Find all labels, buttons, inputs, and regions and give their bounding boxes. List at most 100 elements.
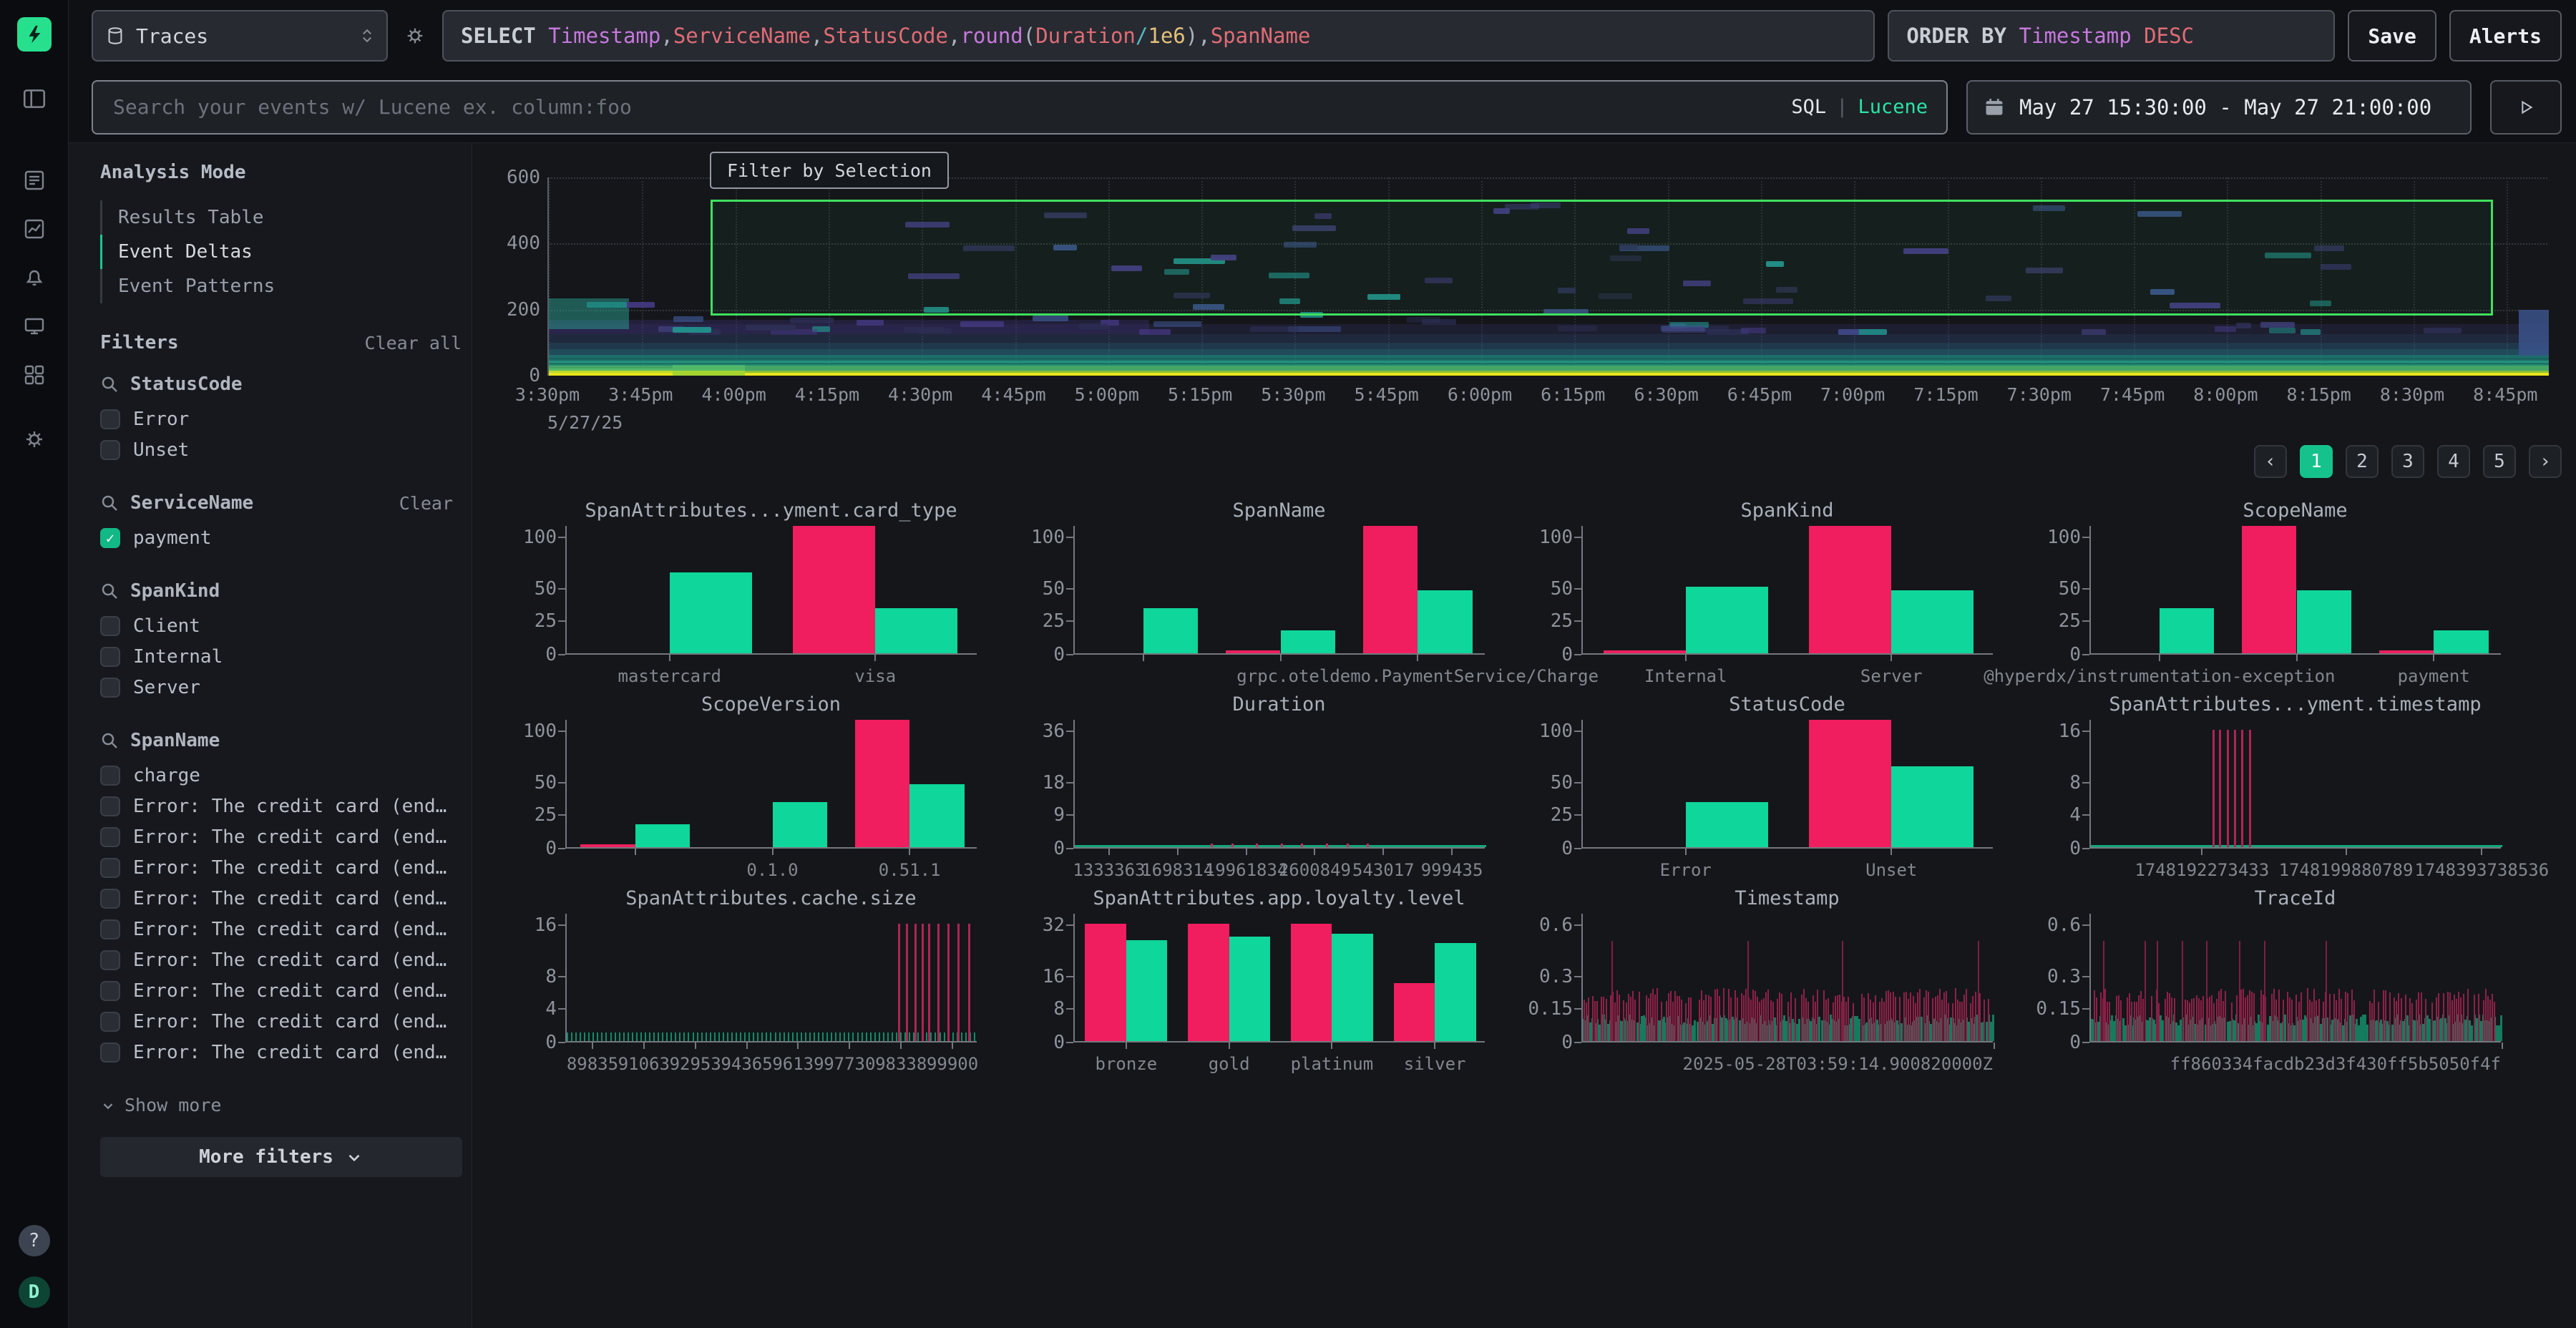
mini-y-tick-label: 0 bbox=[1009, 838, 1065, 859]
heatmap-band bbox=[549, 349, 2549, 355]
order-by-input[interactable]: ORDER BY Timestamp DESC bbox=[1888, 10, 2335, 62]
checkbox[interactable] bbox=[100, 766, 120, 786]
filter-option[interactable]: Unset bbox=[100, 434, 462, 465]
filter-option[interactable]: payment bbox=[100, 522, 462, 553]
checkbox[interactable] bbox=[100, 950, 120, 970]
mini-x-tickmark bbox=[2502, 1043, 2503, 1049]
analysis-mode-item[interactable]: Event Patterns bbox=[100, 269, 462, 303]
filter-option[interactable]: Error: The credit card (end… bbox=[100, 852, 462, 883]
pagination-prev-button[interactable]: ‹ bbox=[2254, 445, 2287, 478]
lucene-toggle[interactable]: Lucene bbox=[1858, 96, 1928, 118]
mini-y-tick-label: 50 bbox=[1517, 578, 1573, 600]
analysis-mode-item[interactable]: Event Deltas bbox=[100, 235, 462, 269]
timeline-heatmap-plot[interactable]: Filter by Selection bbox=[547, 177, 2547, 376]
filter-group-header: StatusCode bbox=[100, 374, 462, 395]
checkbox[interactable] bbox=[100, 440, 120, 460]
checkbox[interactable] bbox=[100, 1012, 120, 1032]
filter-option[interactable]: Internal bbox=[100, 641, 462, 672]
language-toggle[interactable]: SQL | Lucene bbox=[1791, 96, 1928, 118]
checkbox[interactable] bbox=[100, 647, 120, 667]
help-button[interactable]: ? bbox=[19, 1225, 50, 1256]
checkbox[interactable] bbox=[100, 827, 120, 847]
checkbox[interactable] bbox=[100, 409, 120, 429]
search-toolbar: SQL | Lucene May 27 15:30:00 - May 27 21… bbox=[69, 72, 2576, 143]
settings-gear-icon[interactable] bbox=[20, 425, 49, 454]
query-token: SpanName bbox=[1211, 24, 1311, 48]
mini-y-tickmark bbox=[558, 537, 565, 538]
sql-toggle[interactable]: SQL bbox=[1791, 96, 1826, 118]
filter-option[interactable]: Error bbox=[100, 404, 462, 434]
checkbox[interactable] bbox=[100, 858, 120, 878]
more-filters-label: More filters bbox=[199, 1146, 333, 1168]
baseline-tick bbox=[822, 1032, 824, 1041]
clear-all-link[interactable]: Clear all bbox=[365, 333, 462, 353]
timeline-x-tick-label: 4:00pm bbox=[701, 384, 766, 405]
checkbox[interactable] bbox=[100, 1043, 120, 1063]
pagination-page-button[interactable]: 3 bbox=[2391, 445, 2424, 478]
bar-pink bbox=[1291, 924, 1332, 1041]
mini-y-tick-label: 0 bbox=[501, 838, 557, 859]
logs-icon[interactable] bbox=[20, 166, 49, 195]
filter-option[interactable]: Error: The credit card (end… bbox=[100, 1006, 462, 1037]
filter-option[interactable]: Server bbox=[100, 672, 462, 703]
sql-select-input[interactable]: SELECT Timestamp,ServiceName,StatusCode,… bbox=[442, 10, 1875, 62]
heatmap-band bbox=[549, 363, 2549, 364]
user-avatar[interactable]: D bbox=[19, 1276, 50, 1308]
baseline-tick bbox=[753, 1032, 754, 1041]
bar-green bbox=[1435, 943, 1476, 1041]
date-range-picker[interactable]: May 27 15:30:00 - May 27 21:00:00 bbox=[1966, 80, 2472, 135]
checkbox[interactable] bbox=[100, 889, 120, 909]
sessions-monitor-icon[interactable] bbox=[20, 312, 49, 341]
dashboards-grid-icon[interactable] bbox=[20, 361, 49, 389]
analysis-mode-item[interactable]: Results Table bbox=[100, 200, 462, 235]
filter-option[interactable]: charge bbox=[100, 760, 462, 791]
search-input[interactable] bbox=[112, 94, 1778, 119]
checkbox[interactable] bbox=[100, 616, 120, 636]
filter-by-selection-button[interactable]: Filter by Selection bbox=[710, 152, 949, 189]
filter-option[interactable]: Error: The credit card (end… bbox=[100, 975, 462, 1006]
selection-rectangle[interactable] bbox=[711, 200, 2492, 316]
checkbox[interactable] bbox=[100, 528, 120, 548]
mini-y-tickmark bbox=[2082, 1008, 2089, 1010]
source-select[interactable]: Traces bbox=[92, 10, 388, 62]
pagination-page-button[interactable]: 5 bbox=[2483, 445, 2516, 478]
show-more-link[interactable]: Show more bbox=[100, 1095, 462, 1115]
filter-clear-link[interactable]: Clear bbox=[399, 493, 462, 514]
checkbox[interactable] bbox=[100, 796, 120, 816]
pagination-next-button[interactable]: › bbox=[2529, 445, 2562, 478]
source-settings-gear-icon[interactable] bbox=[404, 24, 426, 47]
chart-icon[interactable] bbox=[20, 215, 49, 243]
filter-option[interactable]: Error: The credit card (end… bbox=[100, 914, 462, 944]
mini-y-tick-label: 8 bbox=[501, 966, 557, 987]
pagination-page-button[interactable]: 4 bbox=[2437, 445, 2470, 478]
save-button[interactable]: Save bbox=[2348, 10, 2436, 62]
baseline-tick bbox=[757, 1032, 758, 1041]
mini-y-tick-label: 100 bbox=[1517, 721, 1573, 742]
baseline-tick bbox=[831, 1032, 832, 1041]
mini-chart: Duration36189013333631698314199618342600… bbox=[1009, 690, 1514, 882]
filter-option[interactable]: Client bbox=[100, 610, 462, 641]
alerts-button[interactable]: Alerts bbox=[2449, 10, 2562, 62]
checkbox[interactable] bbox=[100, 678, 120, 698]
filter-option[interactable]: Error: The credit card (end… bbox=[100, 821, 462, 852]
filter-option[interactable]: Error: The credit card (end… bbox=[100, 791, 462, 821]
filter-groups: StatusCodeErrorUnsetServiceNameClearpaym… bbox=[100, 374, 462, 1068]
mini-chart: ScopeVersion100502500.1.00.51.1 bbox=[501, 690, 1006, 882]
mini-y-tick-label: 0 bbox=[2025, 1032, 2081, 1053]
speckle bbox=[1211, 844, 1213, 847]
run-query-button[interactable] bbox=[2490, 80, 2562, 135]
baseline-tick bbox=[744, 1032, 746, 1041]
sidebar-toggle-icon[interactable] bbox=[20, 84, 49, 113]
hyperdx-logo-icon[interactable] bbox=[17, 17, 52, 52]
pagination-page-button[interactable]: 1 bbox=[2300, 445, 2333, 478]
more-filters-button[interactable]: More filters bbox=[100, 1137, 462, 1177]
filter-option[interactable]: Error: The credit card (end… bbox=[100, 1037, 462, 1068]
baseline-tick bbox=[710, 1032, 711, 1041]
filter-option[interactable]: Error: The credit card (end… bbox=[100, 883, 462, 914]
filter-option[interactable]: Error: The credit card (end… bbox=[100, 944, 462, 975]
alerts-bell-icon[interactable] bbox=[20, 263, 49, 292]
pagination-page-button[interactable]: 2 bbox=[2346, 445, 2379, 478]
bar-green bbox=[1418, 590, 1473, 653]
checkbox[interactable] bbox=[100, 981, 120, 1001]
checkbox[interactable] bbox=[100, 919, 120, 939]
